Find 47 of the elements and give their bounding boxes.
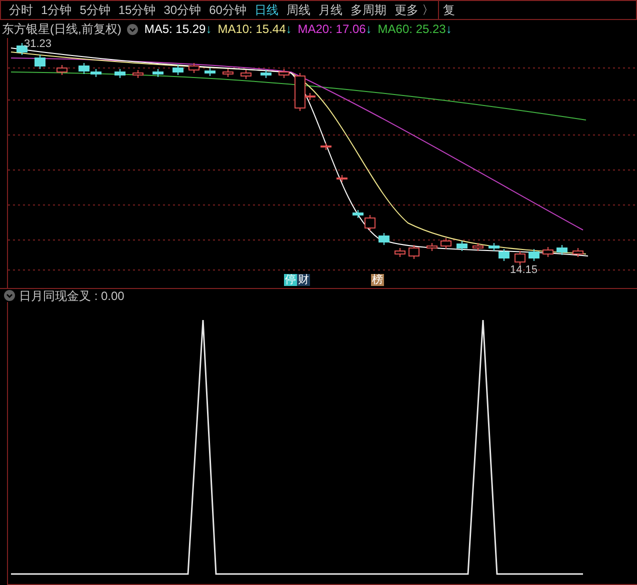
candlestick: [240, 70, 252, 80]
candlestick: [472, 242, 484, 252]
candlestick: [172, 64, 184, 76]
period-tab[interactable]: 周线: [282, 2, 314, 18]
period-tab[interactable]: 30分钟: [160, 2, 206, 18]
moving-average-reading: MA20: 17.06↓: [298, 21, 372, 38]
candlestick: [320, 142, 332, 150]
chevron-down-icon[interactable]: [4, 290, 15, 301]
candlestick: [78, 62, 90, 74]
period-tab[interactable]: 分时: [5, 2, 37, 18]
candlestick: [378, 232, 390, 246]
period-tab[interactable]: 5分钟: [76, 2, 114, 18]
candlestick: [542, 246, 554, 258]
period-tab[interactable]: 月线: [314, 2, 346, 18]
low-price-label: 14.15: [510, 264, 538, 276]
candlestick: [260, 70, 272, 78]
candlestick: [456, 240, 468, 252]
indicator-title: 日月同现金叉 : 0.00: [19, 288, 124, 302]
candlestick: [34, 54, 46, 70]
candlestick: [152, 68, 164, 78]
candlestick: [556, 244, 568, 256]
adjust-button[interactable]: 复: [438, 2, 459, 18]
candlestick: [426, 242, 438, 252]
candlestick: [90, 68, 102, 78]
candlestick: [278, 68, 290, 78]
chart-title: 东方银星(日线,前复权): [2, 21, 122, 38]
period-tab[interactable]: 15分钟: [114, 2, 160, 18]
period-tab[interactable]: 多周期: [346, 2, 390, 18]
high-price-label: 31.23: [24, 38, 52, 50]
candlestick: [188, 62, 200, 74]
period-tab[interactable]: 1分钟: [37, 2, 76, 18]
moving-average-reading: MA5: 15.29↓: [144, 21, 212, 38]
moving-average-reading: MA10: 15.44↓: [218, 21, 292, 38]
period-tab[interactable]: 更多 〉: [390, 2, 438, 18]
candlestick: [336, 174, 348, 182]
candlestick: [56, 64, 68, 76]
chevron-down-icon[interactable]: [127, 24, 138, 34]
candlestick: [514, 250, 526, 266]
candlestick: [408, 244, 420, 260]
period-tab[interactable]: 60分钟: [205, 2, 250, 18]
moving-average-reading: MA60: 25.23↓: [378, 21, 452, 38]
period-tab[interactable]: 日线: [250, 2, 282, 18]
event-badge[interactable]: 财: [297, 274, 310, 286]
candlestick: [394, 248, 406, 258]
candlestick: [528, 248, 540, 262]
candlestick: [572, 248, 584, 258]
candlestick: [440, 238, 452, 250]
